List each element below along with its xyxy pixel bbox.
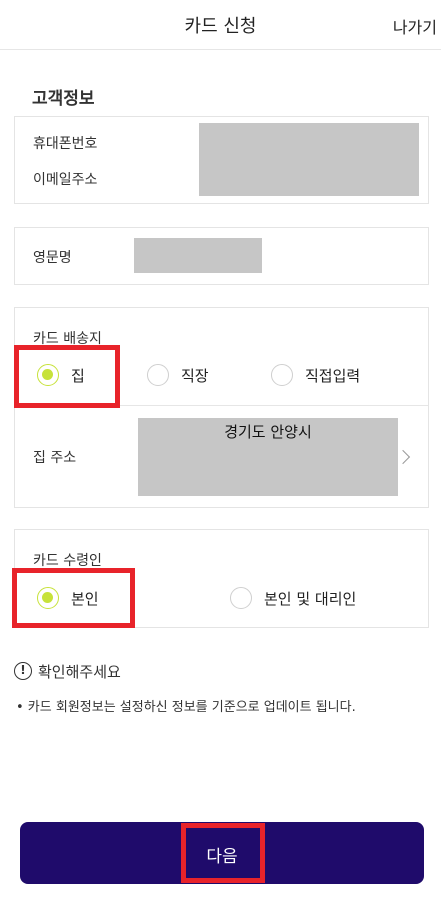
english-name-label: 영문명 [33,250,72,266]
page-title: 카드 신청 [184,16,257,37]
delivery-option-custom[interactable]: 직접입력 [271,364,360,386]
home-address-label: 집 주소 [33,450,77,466]
recipient-option-self-and-agent[interactable]: 본인 및 대리인 [230,587,356,609]
highlight-box-home [14,345,120,408]
exit-button[interactable]: 나가기 [393,14,437,38]
radio-unchecked-icon[interactable] [147,364,169,386]
notice-title: 확인해주세요 [38,663,121,681]
home-address-value: 경기도 안양시 [224,423,312,441]
app-header: 카드 신청 나가기 [0,0,441,50]
chevron-right-icon[interactable] [395,449,411,465]
notice-text: • 카드 회원정보는 설정하신 정보를 기준으로 업데이트 됩니다. [16,700,356,715]
delivery-option-work[interactable]: 직장 [147,364,209,386]
radio-unchecked-icon[interactable] [271,364,293,386]
redacted-contact-values [199,123,419,196]
email-label: 이메일주소 [33,172,98,188]
section-title-customer-info: 고객정보 [32,89,95,109]
exclamation-icon: ! [14,662,32,680]
highlight-box-self [12,568,135,628]
delivery-option-label: 직장 [181,366,209,385]
recipient-title: 카드 수령인 [33,553,102,569]
delivery-option-label: 직접입력 [305,366,361,385]
english-name-card: 영문명 [14,227,429,285]
radio-unchecked-icon[interactable] [230,587,252,609]
redacted-english-name [134,238,262,273]
highlight-box-next [181,823,265,883]
recipient-option-label: 본인 및 대리인 [264,589,357,608]
contact-info-card: 휴대폰번호 이메일주소 [14,116,429,204]
phone-label: 휴대폰번호 [33,136,98,152]
